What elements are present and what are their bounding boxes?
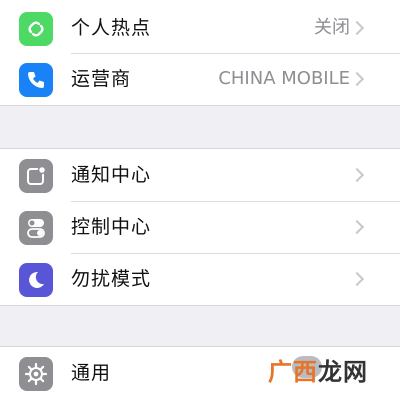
notification-center-icon xyxy=(19,159,53,193)
chevron-right-icon xyxy=(349,167,365,183)
do-not-disturb-label: 勿扰模式 xyxy=(71,268,152,290)
notification-center-label: 通知中心 xyxy=(71,164,152,186)
hotspot-status: 关闭 xyxy=(314,17,350,38)
chevron-right-icon xyxy=(349,271,365,287)
settings-row-notification-center[interactable]: 通知中心 xyxy=(0,149,400,201)
settings-row-hotspot[interactable]: 个人热点 关闭 xyxy=(0,2,400,54)
hotspot-label: 个人热点 xyxy=(71,17,152,39)
carrier-name: CHINA MOBILE xyxy=(218,68,350,89)
chevron-right-icon xyxy=(349,71,365,87)
phone-icon xyxy=(19,63,53,97)
chevron-right-icon xyxy=(349,20,365,36)
toggle-switches-icon xyxy=(19,211,53,245)
site-watermark: 广西龙网 xyxy=(268,352,398,392)
general-label: 通用 xyxy=(71,362,112,384)
settings-row-do-not-disturb[interactable]: 勿扰模式 xyxy=(0,253,400,305)
settings-group-system: 通知中心 控制中心 勿扰模式 xyxy=(0,148,400,306)
carrier-label: 运营商 xyxy=(71,68,132,90)
settings-row-control-center[interactable]: 控制中心 xyxy=(0,201,400,253)
moon-icon xyxy=(19,263,53,297)
watermark-part1: 广西 xyxy=(268,358,318,386)
link-icon xyxy=(19,12,53,46)
settings-row-carrier[interactable]: 运营商 CHINA MOBILE xyxy=(0,53,400,105)
settings-group-network: 个人热点 关闭 运营商 CHINA MOBILE xyxy=(0,0,400,106)
watermark-part2: 龙网 xyxy=(318,358,368,386)
chevron-right-icon xyxy=(349,219,365,235)
gear-icon xyxy=(19,357,53,391)
control-center-label: 控制中心 xyxy=(71,216,152,238)
